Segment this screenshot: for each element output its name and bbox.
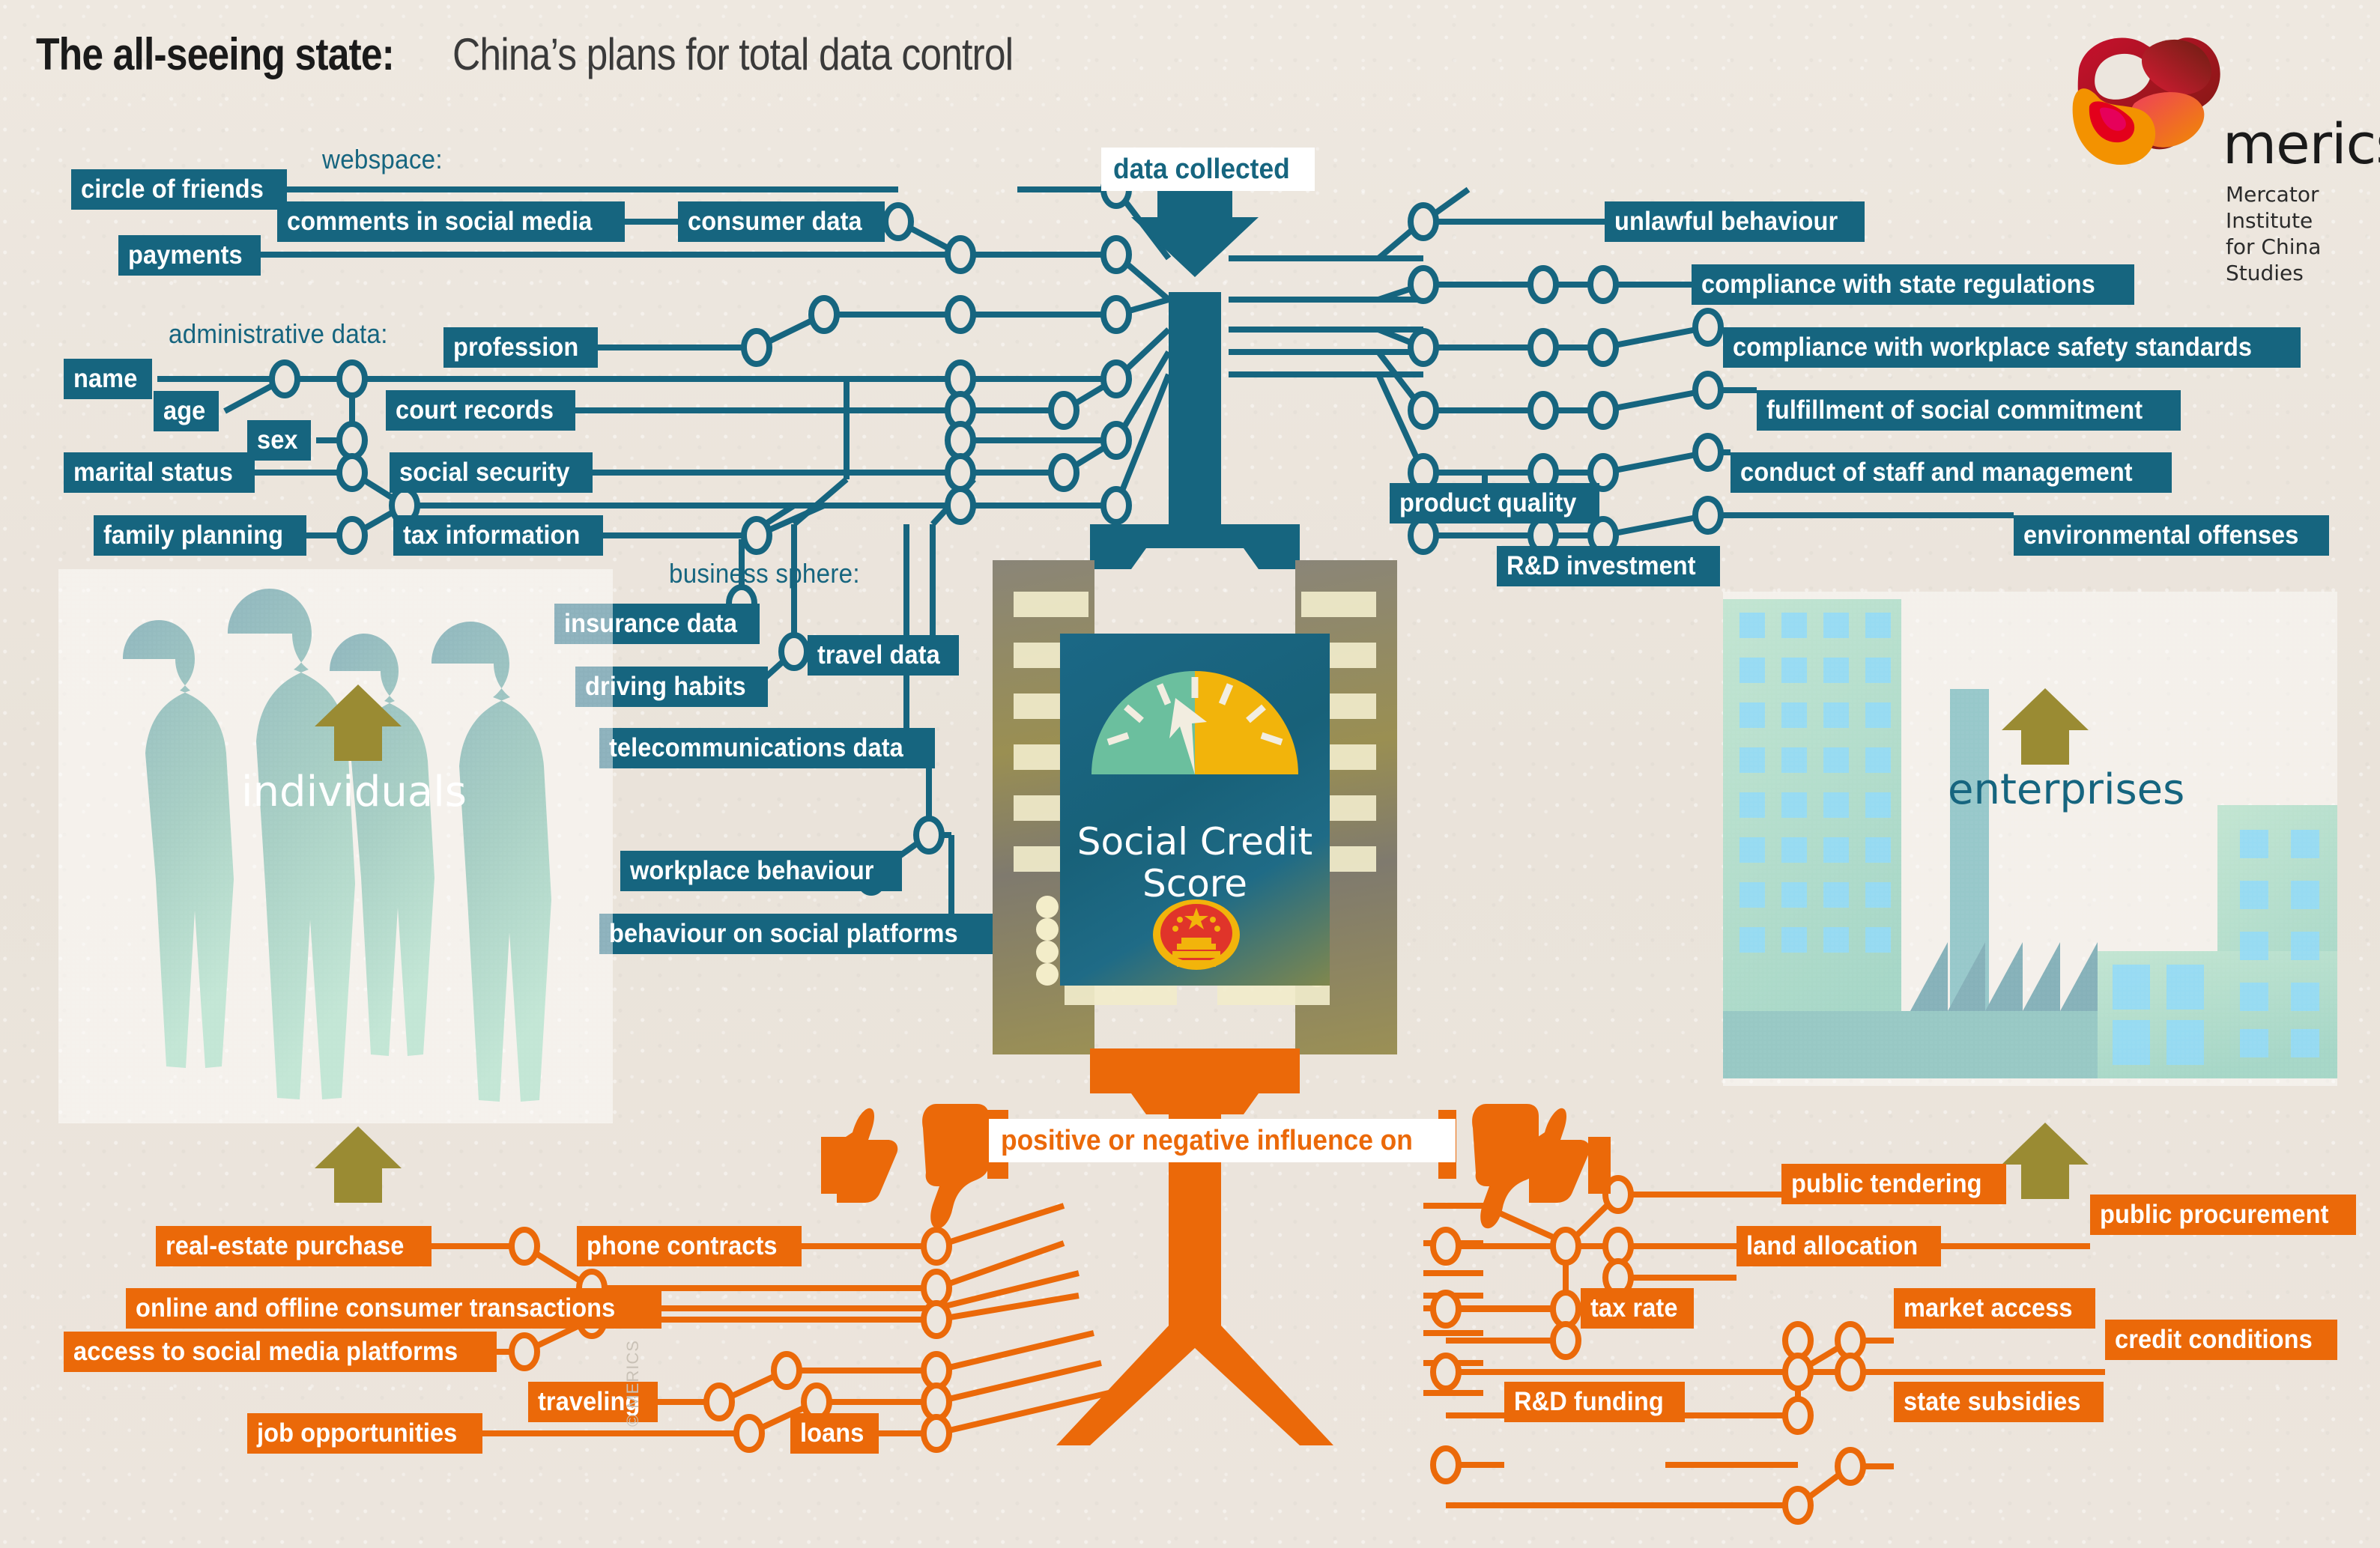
influence-box-public-tendering[interactable]: public tendering xyxy=(1781,1164,2006,1204)
page-title-light: China’s plans for total data control xyxy=(452,29,1014,79)
data-box-compliance-workplace-safety[interactable]: compliance with workplace safety standar… xyxy=(1723,327,2301,368)
banner-data-collected: data collected xyxy=(1101,148,1315,191)
influence-box-credit-conditions[interactable]: credit conditions xyxy=(2105,1320,2337,1360)
data-box-name[interactable]: name xyxy=(64,359,152,399)
data-box-environmental-offenses[interactable]: environmental offenses xyxy=(2014,515,2330,556)
china-emblem-icon xyxy=(1153,899,1240,970)
label-enterprises: enterprises xyxy=(1948,765,2185,814)
teal-trunk xyxy=(1090,165,1300,569)
rack-led xyxy=(1036,896,1059,918)
infographic-canvas: The all-seeing state: China’s plans for … xyxy=(0,0,2380,1548)
gauge-icon xyxy=(1091,671,1298,774)
card-title: Social Credit Score xyxy=(1060,821,1330,905)
influence-box-state-subsidies[interactable]: state subsidies xyxy=(1894,1382,2104,1422)
influence-box-access-social-media[interactable]: access to social media platforms xyxy=(64,1332,497,1372)
rack-led xyxy=(1036,963,1059,986)
data-box-tax-information[interactable]: tax information xyxy=(393,515,604,556)
thumbs-up-down-left-icon xyxy=(821,1104,1008,1229)
rack-led xyxy=(1036,918,1059,941)
influence-box-real-estate-purchase[interactable]: real-estate purchase xyxy=(156,1226,432,1266)
category-business-sphere: business sphere: xyxy=(669,558,860,589)
data-box-telecommunications-data[interactable]: telecommunications data xyxy=(599,728,936,768)
label-individuals: individuals xyxy=(241,768,467,816)
influence-box-consumer-transactions[interactable]: online and offline consumer transactions xyxy=(126,1288,661,1329)
rack-slot xyxy=(1301,592,1376,617)
influence-box-rd-funding[interactable]: R&D funding xyxy=(1504,1382,1685,1422)
score-plate: Social Credit Score xyxy=(1060,634,1330,986)
data-box-product-quality[interactable]: product quality xyxy=(1390,483,1600,523)
data-box-social-security[interactable]: social security xyxy=(390,452,593,493)
rack-slot xyxy=(1014,592,1088,617)
data-box-compliance-state-regulations[interactable]: compliance with state regulations xyxy=(1692,264,2135,305)
up-arrow-enterprises-icon xyxy=(2002,688,2089,765)
card-title-line1: Social Credit xyxy=(1077,820,1313,863)
up-arrow-individuals-icon xyxy=(315,685,402,761)
data-box-sex[interactable]: sex xyxy=(247,420,311,461)
orange-trunk xyxy=(1056,1048,1333,1445)
up-arrow-individuals-bottom-icon xyxy=(315,1126,402,1203)
logo-subtitle-line1: Mercator Institute xyxy=(2226,182,2319,233)
logo-wordmark: merics xyxy=(2223,112,2380,177)
data-box-court-records[interactable]: court records xyxy=(386,390,575,431)
data-box-workplace-behaviour[interactable]: workplace behaviour xyxy=(620,851,903,891)
copyright-watermark: © MERICS xyxy=(623,1340,642,1427)
merics-logo: merics Mercator Institute for China Stud… xyxy=(2056,22,2380,285)
banner-influence: positive or negative influence on xyxy=(989,1119,1456,1162)
logo-subtitle-line2: for China Studies xyxy=(2226,234,2322,285)
up-arrow-enterprises-bottom-icon xyxy=(2002,1123,2089,1199)
influence-box-tax-rate[interactable]: tax rate xyxy=(1581,1288,1695,1329)
logo-subtitle: Mercator Institute for China Studies xyxy=(2226,181,2371,286)
data-box-profession[interactable]: profession xyxy=(443,327,598,368)
influence-box-phone-contracts[interactable]: phone contracts xyxy=(577,1226,802,1266)
influence-box-loans[interactable]: loans xyxy=(790,1413,879,1454)
data-box-rd-investment[interactable]: R&D investment xyxy=(1497,546,1720,586)
influence-box-market-access[interactable]: market access xyxy=(1894,1288,2095,1329)
page-title: The all-seeing state: China’s plans for … xyxy=(36,28,1104,80)
individuals-illustration xyxy=(58,569,613,1123)
data-box-marital-status[interactable]: marital status xyxy=(64,452,255,493)
merics-mark-icon xyxy=(2072,37,2220,165)
page-title-bold: The all-seeing state: xyxy=(36,29,395,79)
category-administrative-data: administrative data: xyxy=(169,318,388,349)
data-box-unlawful-behaviour[interactable]: unlawful behaviour xyxy=(1605,201,1865,242)
influence-box-job-opportunities[interactable]: job opportunities xyxy=(247,1413,482,1454)
data-box-conduct-of-staff-management[interactable]: conduct of staff and management xyxy=(1731,452,2172,493)
category-webspace: webspace: xyxy=(322,144,443,174)
influence-box-land-allocation[interactable]: land allocation xyxy=(1736,1226,1941,1266)
data-box-comments-in-social-media[interactable]: comments in social media xyxy=(277,201,626,242)
data-box-age[interactable]: age xyxy=(154,391,219,431)
data-box-circle-of-friends[interactable]: circle of friends xyxy=(71,169,288,210)
social-credit-score-card: Social Credit Score xyxy=(993,560,1397,1054)
enterprises-illustration xyxy=(1723,592,2337,1086)
influence-box-public-procurement[interactable]: public procurement xyxy=(2090,1195,2356,1235)
data-box-payments[interactable]: payments xyxy=(118,235,261,276)
data-box-behaviour-on-social-platforms[interactable]: behaviour on social platforms xyxy=(599,914,994,954)
data-box-consumer-data[interactable]: consumer data xyxy=(678,201,885,242)
thumbs-up-down-right-icon xyxy=(1438,1104,1611,1229)
data-box-travel-data[interactable]: travel data xyxy=(808,635,960,676)
data-box-family-planning[interactable]: family planning xyxy=(94,515,307,556)
rack-led xyxy=(1036,941,1059,963)
data-box-fulfillment-social-commitment[interactable]: fulfillment of social commitment xyxy=(1757,390,2181,431)
